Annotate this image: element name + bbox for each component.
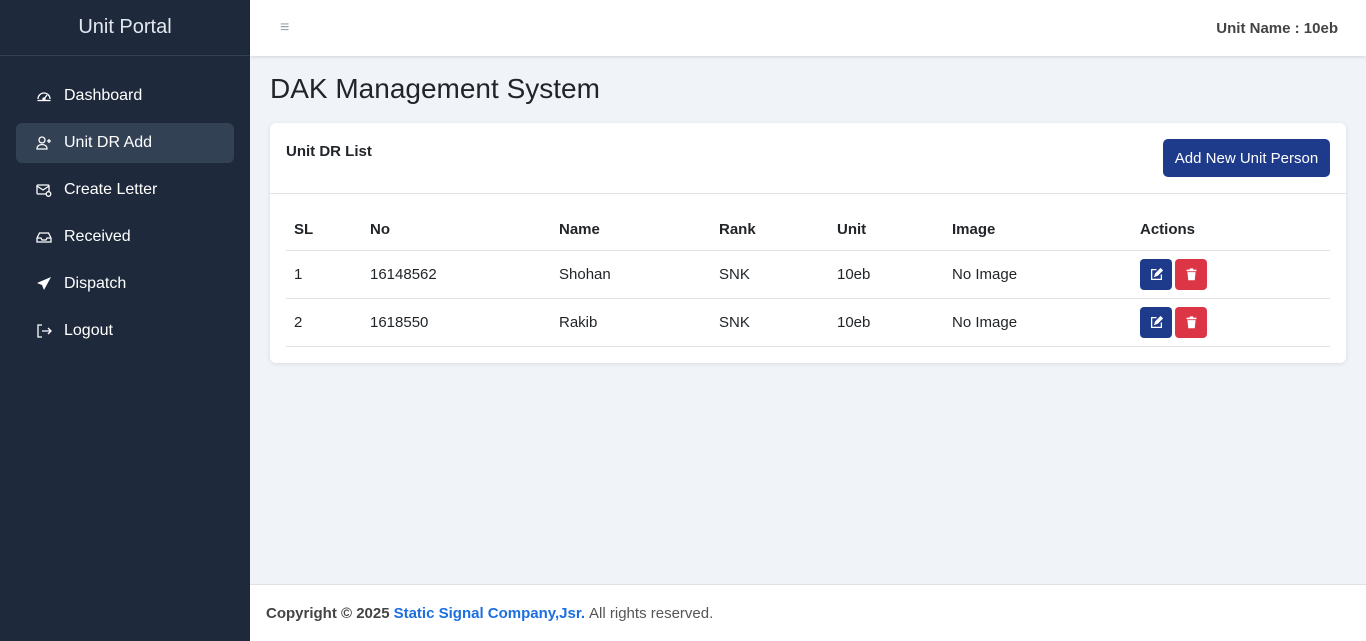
unit-dr-card: Unit DR List Add New Unit Person SL No N… bbox=[270, 123, 1346, 363]
cell-rank: SNK bbox=[711, 298, 829, 347]
rights-text: All rights reserved. bbox=[589, 604, 714, 622]
edit-button[interactable] bbox=[1140, 306, 1172, 338]
cell-image: No Image bbox=[944, 298, 1132, 347]
delete-button[interactable] bbox=[1175, 258, 1207, 290]
column-header-actions: Actions bbox=[1132, 210, 1330, 251]
logout-icon bbox=[36, 323, 52, 339]
inbox-icon bbox=[36, 229, 52, 245]
delete-button[interactable] bbox=[1175, 306, 1207, 338]
footer: Copyright © 2025 Static Signal Company,J… bbox=[250, 584, 1366, 641]
sidebar-item-logout[interactable]: Logout bbox=[16, 311, 234, 351]
column-header-sl: SL bbox=[286, 210, 362, 251]
column-header-image: Image bbox=[944, 210, 1132, 251]
cell-actions bbox=[1132, 298, 1330, 347]
user-plus-icon bbox=[36, 135, 52, 151]
trash-icon bbox=[1185, 267, 1198, 281]
edit-icon bbox=[1150, 315, 1163, 329]
sidebar-item-received[interactable]: Received bbox=[16, 217, 234, 257]
gauge-icon bbox=[36, 88, 52, 104]
sidebar-item-dashboard[interactable]: Dashboard bbox=[16, 76, 234, 116]
cell-unit: 10eb bbox=[829, 250, 944, 299]
column-header-unit: Unit bbox=[829, 210, 944, 251]
envelope-gear-icon bbox=[36, 182, 52, 198]
edit-button[interactable] bbox=[1140, 258, 1172, 290]
sidebar-item-label: Dispatch bbox=[64, 275, 127, 292]
sidebar: Unit Portal Dashboard Unit DR Add Create… bbox=[0, 0, 250, 641]
sidebar-item-label: Logout bbox=[64, 322, 113, 339]
column-header-rank: Rank bbox=[711, 210, 829, 251]
add-new-unit-person-button[interactable]: Add New Unit Person bbox=[1163, 139, 1330, 177]
brand-title: Unit Portal bbox=[0, 0, 250, 56]
sidebar-item-label: Create Letter bbox=[64, 181, 158, 198]
sidebar-item-label: Received bbox=[64, 228, 131, 245]
cell-name: Shohan bbox=[551, 250, 711, 299]
table-row: 2 1618550 Rakib SNK 10eb No Image bbox=[286, 298, 1330, 347]
cell-sl: 1 bbox=[286, 250, 362, 299]
card-header: Unit DR List Add New Unit Person bbox=[270, 123, 1346, 194]
hamburger-menu-icon[interactable]: ≡ bbox=[280, 19, 289, 37]
edit-icon bbox=[1150, 267, 1163, 281]
paper-plane-icon bbox=[36, 276, 52, 292]
cell-image: No Image bbox=[944, 250, 1132, 299]
cell-name: Rakib bbox=[551, 298, 711, 347]
column-header-name: Name bbox=[551, 210, 711, 251]
sidebar-item-label: Dashboard bbox=[64, 87, 143, 104]
column-header-no: No bbox=[362, 210, 551, 251]
cell-unit: 10eb bbox=[829, 298, 944, 347]
table-row: 1 16148562 Shohan SNK 10eb No Image bbox=[286, 250, 1330, 299]
company-link[interactable]: Static Signal Company,Jsr. bbox=[394, 605, 585, 622]
sidebar-item-create-letter[interactable]: Create Letter bbox=[16, 170, 234, 210]
cell-no: 1618550 bbox=[362, 298, 551, 347]
sidebar-item-label: Unit DR Add bbox=[64, 134, 153, 151]
cell-sl: 2 bbox=[286, 298, 362, 347]
unit-dr-table: SL No Name Rank Unit Image Actions 1 161… bbox=[286, 210, 1330, 347]
unit-name-label: Unit Name : 10eb bbox=[1216, 19, 1338, 37]
sidebar-item-unit-dr-add[interactable]: Unit DR Add bbox=[16, 123, 234, 163]
cell-rank: SNK bbox=[711, 250, 829, 299]
table-header-row: SL No Name Rank Unit Image Actions bbox=[286, 210, 1330, 251]
sidebar-item-dispatch[interactable]: Dispatch bbox=[16, 264, 234, 304]
page-title: DAK Management System bbox=[270, 73, 600, 104]
topbar: ≡ Unit Name : 10eb bbox=[250, 0, 1366, 56]
cell-actions bbox=[1132, 250, 1330, 299]
card-title: Unit DR List bbox=[286, 143, 372, 160]
copyright-text: Copyright © 2025 bbox=[266, 604, 390, 622]
cell-no: 16148562 bbox=[362, 250, 551, 299]
sidebar-nav: Dashboard Unit DR Add Create Letter Rece… bbox=[0, 56, 250, 351]
trash-icon bbox=[1185, 315, 1198, 329]
